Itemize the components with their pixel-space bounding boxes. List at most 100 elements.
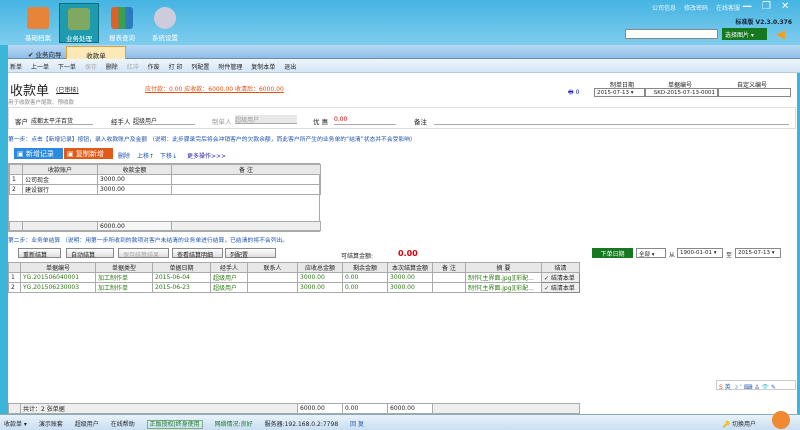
save-settlement-button[interactable]: 保存结算结果: [118, 248, 169, 259]
select-image-button[interactable]: 选择图片 ▾: [722, 28, 767, 40]
to-date-picker[interactable]: 2015-07-13 ▾: [735, 248, 781, 258]
col-summary[interactable]: 摘 要: [465, 262, 542, 273]
remark-cell[interactable]: [171, 174, 321, 185]
account-cell[interactable]: 建设银行: [22, 184, 98, 195]
bill-no-cell[interactable]: YG.201506230003: [20, 282, 96, 293]
image-path-input[interactable]: [625, 29, 718, 39]
settled-button[interactable]: ✓ 结清本单: [541, 282, 580, 293]
col-remark[interactable]: 备 注: [432, 262, 466, 273]
col-amount[interactable]: 收款金额: [97, 164, 172, 175]
red-reverse-button[interactable]: 红冲: [127, 64, 139, 71]
account-cell[interactable]: 公司现金: [22, 174, 98, 185]
table-row[interactable]: 1 YG.201506040001 加工制作单 2015-06-04 超级用户 3000.…: [8, 272, 580, 283]
change-password-link[interactable]: 修改密码: [684, 5, 708, 12]
scope-select[interactable]: 全部 ▾: [636, 248, 666, 258]
table-row[interactable]: 1 公司现金 3000.00: [9, 174, 321, 185]
online-help-link[interactable]: 在线帮助: [111, 421, 135, 428]
bill-type-cell[interactable]: 加工制作单: [95, 282, 153, 293]
delete-button[interactable]: 删除: [106, 64, 118, 71]
nav-basic-archive[interactable]: 基础档案: [18, 3, 58, 43]
handler-cell[interactable]: 超级用户: [210, 282, 248, 293]
order-date-button[interactable]: 下单日期: [592, 248, 633, 258]
print-button[interactable]: 打 印: [169, 64, 183, 71]
restore-icon[interactable]: ❐: [762, 1, 771, 12]
remark-field[interactable]: [434, 116, 789, 125]
col-bill-type[interactable]: 单据类型: [95, 262, 153, 273]
remaining-cell[interactable]: 0.00: [342, 272, 388, 283]
save-button[interactable]: 保存: [85, 64, 97, 71]
col-settled[interactable]: 结清: [541, 262, 580, 273]
demo-account[interactable]: 演示账套: [39, 421, 63, 428]
remark-cell[interactable]: [432, 282, 466, 293]
view-settlement-detail-button[interactable]: 查看结算明细: [172, 248, 223, 259]
bill-date-cell[interactable]: 2015-06-23: [152, 282, 211, 293]
nav-business[interactable]: 业务处理: [59, 3, 99, 43]
close-icon[interactable]: ✕: [781, 1, 789, 12]
contact-cell[interactable]: [247, 282, 298, 293]
switch-user-button[interactable]: 🔑 切换用户: [723, 419, 766, 428]
nav-settings[interactable]: 系统设置: [145, 3, 185, 43]
column-config-button-2[interactable]: 列配置: [225, 248, 276, 259]
col-remark[interactable]: 备 注: [171, 164, 321, 175]
company-info-link[interactable]: 公司信息: [652, 5, 676, 12]
delete-row-link[interactable]: 删除: [118, 151, 130, 160]
add-record-button[interactable]: ▣ 新增记录: [14, 148, 63, 159]
more-actions-link[interactable]: 更多操作>>>: [187, 151, 226, 160]
col-account[interactable]: 收款账户: [22, 164, 98, 175]
handler-cell[interactable]: 超级用户: [210, 272, 248, 283]
col-bill-no[interactable]: 单据编号: [20, 262, 96, 273]
current-module-menu[interactable]: 收款单 ▾: [4, 421, 27, 428]
remark-cell[interactable]: [171, 184, 321, 195]
col-receivable[interactable]: 应收总金额: [297, 262, 343, 273]
bill-type-cell[interactable]: 加工制作单: [95, 272, 153, 283]
customer-field[interactable]: 成都太平洋百货: [31, 116, 93, 125]
settle-amount-cell[interactable]: 3000.00: [387, 282, 433, 293]
attachment-button[interactable]: 附件管理: [218, 64, 242, 71]
col-contact[interactable]: 联系人: [247, 262, 298, 273]
receivable-cell[interactable]: 3000.00: [297, 282, 343, 293]
chat-bubble-icon[interactable]: [772, 411, 790, 429]
bill-no-field[interactable]: SKD-2015-07-13-0001: [645, 88, 718, 97]
column-config-button[interactable]: 列配置: [191, 64, 209, 71]
col-settle-amount[interactable]: 本次结算金额: [387, 262, 433, 273]
bill-date-cell[interactable]: 2015-06-04: [152, 272, 211, 283]
amount-cell[interactable]: 3000.00: [97, 184, 172, 195]
tab-business-wizard[interactable]: ✔ 业务向导: [20, 46, 70, 59]
balance-summary[interactable]: 应付款：0.00 应收款：6000.00 收清后：6000.00: [145, 84, 284, 93]
online-service-link[interactable]: 在线客服: [716, 5, 740, 12]
void-button[interactable]: 作废: [148, 64, 160, 71]
move-down-link[interactable]: 下移↓: [160, 151, 177, 160]
handler-field[interactable]: 超级用户: [133, 116, 195, 125]
new-button[interactable]: 新单: [10, 64, 22, 71]
ime-toolbar[interactable]: S 英 ☽ ʼ ⌨ ♙ 👕 ✎: [716, 380, 796, 391]
custom-no-field[interactable]: [718, 88, 791, 97]
prev-button[interactable]: 上一单: [31, 64, 49, 71]
next-button[interactable]: 下一单: [58, 64, 76, 71]
summary-cell[interactable]: 制作[主界面.jpg][彩配...: [465, 272, 542, 283]
receivable-cell[interactable]: 3000.00: [297, 272, 343, 283]
exit-button[interactable]: 退出: [284, 64, 296, 71]
reply-link[interactable]: 回 复: [350, 421, 364, 428]
contact-cell[interactable]: [247, 272, 298, 283]
col-bill-date[interactable]: 单据日期: [152, 262, 211, 273]
minimize-icon[interactable]: —: [742, 1, 752, 12]
table-row[interactable]: 2 YG.201506230003 加工制作单 2015-06-23 超级用户 3000.…: [8, 282, 580, 293]
recalculate-button[interactable]: 重新结算: [18, 248, 61, 259]
from-date-picker[interactable]: 1900-01-01 ▾: [677, 248, 723, 258]
settle-amount-cell[interactable]: 3000.00: [387, 272, 433, 283]
nav-reports[interactable]: 报表查询: [102, 3, 142, 43]
copy-bill-button[interactable]: 复制本单: [251, 64, 275, 71]
megaphone-icon[interactable]: ◀: [776, 27, 785, 41]
tab-receipt[interactable]: 收款单: [66, 46, 126, 60]
copy-add-button[interactable]: ▣ 复制新增: [64, 148, 113, 159]
summary-cell[interactable]: 制作[主界面.jpg][彩配...: [465, 282, 542, 293]
auto-settle-button[interactable]: 自动结算: [66, 248, 114, 259]
discount-field[interactable]: 0.00: [334, 116, 396, 125]
amount-cell[interactable]: 3000.00: [97, 174, 172, 185]
settled-button[interactable]: ✓ 结清本单: [541, 272, 580, 283]
remark-cell[interactable]: [432, 272, 466, 283]
remaining-cell[interactable]: 0.00: [342, 282, 388, 293]
move-up-link[interactable]: 上移↑: [137, 151, 154, 160]
col-remaining[interactable]: 剩余金额: [342, 262, 388, 273]
col-handler[interactable]: 经手人: [210, 262, 248, 273]
